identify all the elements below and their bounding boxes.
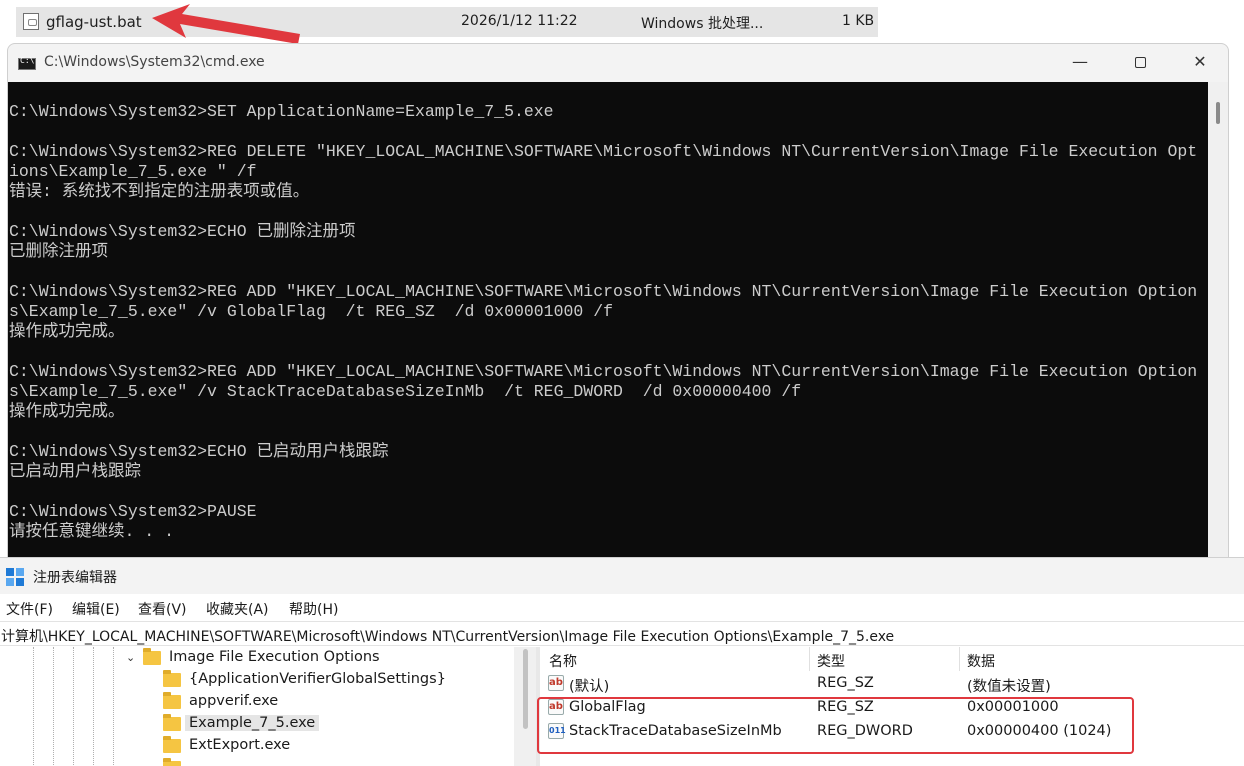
cmd-scrollbar-thumb[interactable]: [1216, 102, 1220, 124]
cmd-titlebar[interactable]: C:\Windows\System32\cmd.exe — ✕: [8, 44, 1228, 82]
values-list: 名称 类型 数据 ab (默认) REG_SZ (数值未设置) ab Globa…: [540, 647, 1244, 766]
column-separator[interactable]: [809, 647, 810, 671]
cmd-window-title: C:\Windows\System32\cmd.exe: [44, 54, 265, 70]
value-name: StackTraceDatabaseSizeInMb: [569, 723, 782, 739]
cmd-scrollbar[interactable]: [1208, 82, 1228, 562]
value-data: (数值未设置): [967, 679, 1051, 695]
regedit-titlebar[interactable]: 注册表编辑器: [0, 558, 1244, 594]
explorer-file-row[interactable]: gflag-ust.bat 2026/1/12 11:22 Windows 批处…: [16, 7, 878, 37]
file-date: 2026/1/12 11:22: [461, 13, 578, 29]
tree-scrollbar[interactable]: [514, 647, 536, 766]
tree-node-label: Image File Execution Options: [169, 649, 380, 665]
file-name: gflag-ust.bat: [46, 13, 142, 31]
values-header: 名称 类型 数据: [540, 647, 1244, 671]
menu-help[interactable]: 帮助(H): [289, 599, 338, 619]
cmd-app-icon: [18, 56, 36, 70]
value-row-globalflag[interactable]: ab GlobalFlag REG_SZ 0x00001000: [540, 695, 1244, 719]
folder-icon: [163, 692, 181, 709]
console-line: C:\Windows\System32>REG ADD "HKEY_LOCAL_…: [9, 282, 1198, 301]
folder-icon: [163, 736, 181, 753]
value-data: 0x00000400 (1024): [967, 723, 1112, 739]
cmd-console-output[interactable]: C:\Windows\System32>SET ApplicationName=…: [8, 82, 1208, 562]
close-icon: ✕: [1193, 52, 1207, 71]
tree-scrollbar-thumb[interactable]: [523, 649, 528, 729]
minimize-icon: —: [1072, 52, 1088, 71]
folder-open-icon: [143, 648, 161, 665]
address-bar[interactable]: 计算机\HKEY_LOCAL_MACHINE\SOFTWARE\Microsof…: [0, 621, 1244, 646]
maximize-icon: [1134, 57, 1146, 68]
regedit-app-icon: [6, 568, 24, 586]
cmd-window: C:\Windows\System32\cmd.exe — ✕ C:\Windo…: [7, 43, 1229, 563]
menu-edit[interactable]: 编辑(E): [72, 599, 120, 619]
tree-guide-line: [53, 647, 54, 766]
value-data: 0x00001000: [967, 699, 1059, 715]
tree-guide-line: [113, 647, 114, 766]
value-name: GlobalFlag: [569, 699, 646, 715]
menu-favorites[interactable]: 收藏夹(A): [206, 599, 269, 619]
console-line: 请按任意键继续. . .: [9, 522, 175, 541]
console-line: C:\Windows\System32>REG DELETE "HKEY_LOC…: [9, 142, 1198, 161]
tree-node-label: ExtExport.exe: [189, 737, 291, 753]
folder-icon: [163, 670, 181, 687]
console-line: ions\Example_7_5.exe " /f: [9, 162, 257, 181]
value-type: REG_DWORD: [817, 723, 913, 739]
column-data-header[interactable]: 数据: [967, 651, 995, 671]
column-name-header[interactable]: 名称: [549, 651, 577, 671]
registry-tree: ⌄ Image File Execution Options {Applicat…: [0, 647, 514, 766]
console-line: 操作成功完成。: [9, 402, 125, 421]
address-path: 计算机\HKEY_LOCAL_MACHINE\SOFTWARE\Microsof…: [1, 629, 895, 645]
console-line: C:\Windows\System32>PAUSE: [9, 502, 257, 521]
binary-value-icon: 011: [548, 723, 566, 739]
tree-node-label: Example_7_5.exe: [185, 715, 320, 731]
console-line: C:\Windows\System32>ECHO 已启动用户栈跟踪: [9, 442, 389, 461]
console-line: 操作成功完成。: [9, 322, 125, 341]
string-value-icon: ab: [548, 675, 564, 691]
tree-node-label: {ApplicationVerifierGlobalSettings}: [189, 671, 446, 687]
console-line: C:\Windows\System32>ECHO 已删除注册项: [9, 222, 356, 241]
folder-icon: [163, 714, 181, 731]
string-value-icon: ab: [548, 699, 564, 715]
console-line: s\Example_7_5.exe" /v GlobalFlag /t REG_…: [9, 302, 613, 321]
value-type: REG_SZ: [817, 675, 874, 691]
tree-guide-line: [93, 647, 94, 766]
console-line: 已删除注册项: [9, 242, 108, 261]
value-type: REG_SZ: [817, 699, 874, 715]
batch-file-icon: [23, 13, 39, 30]
file-size: 1 KB: [842, 13, 875, 29]
tree-node-label: appverif.exe: [189, 693, 279, 709]
menu-file[interactable]: 文件(F): [6, 599, 53, 619]
tree-guide-line: [73, 647, 74, 766]
tree-guide-line: [33, 647, 34, 766]
console-line: 已启动用户栈跟踪: [9, 462, 141, 481]
regedit-menubar: 文件(F) 编辑(E) 查看(V) 收藏夹(A) 帮助(H): [0, 594, 1244, 620]
menu-view[interactable]: 查看(V): [138, 599, 187, 619]
value-name: (默认): [569, 679, 610, 695]
console-line: C:\Windows\System32>SET ApplicationName=…: [9, 102, 554, 121]
console-line: C:\Windows\System32>REG ADD "HKEY_LOCAL_…: [9, 362, 1198, 381]
regedit-window-title: 注册表编辑器: [33, 570, 117, 586]
close-button[interactable]: ✕: [1170, 44, 1228, 82]
file-type: Windows 批处理...: [641, 16, 764, 32]
maximize-button[interactable]: [1110, 44, 1170, 82]
console-line: 错误: 系统找不到指定的注册表项或值。: [9, 182, 310, 201]
column-separator[interactable]: [959, 647, 960, 671]
console-line: s\Example_7_5.exe" /v StackTraceDatabase…: [9, 382, 802, 401]
value-row-default[interactable]: ab (默认) REG_SZ (数值未设置): [540, 671, 1244, 695]
column-type-header[interactable]: 类型: [817, 651, 845, 671]
regedit-window: 注册表编辑器 文件(F) 编辑(E) 查看(V) 收藏夹(A) 帮助(H) 计算…: [0, 557, 1244, 766]
chevron-down-icon[interactable]: ⌄: [126, 651, 135, 664]
red-arrow-annotation: [152, 4, 300, 44]
value-row-stacktracedatabasesizeinmb[interactable]: 011 StackTraceDatabaseSizeInMb REG_DWORD…: [540, 719, 1244, 743]
minimize-button[interactable]: —: [1050, 44, 1110, 82]
folder-icon: [163, 758, 181, 766]
